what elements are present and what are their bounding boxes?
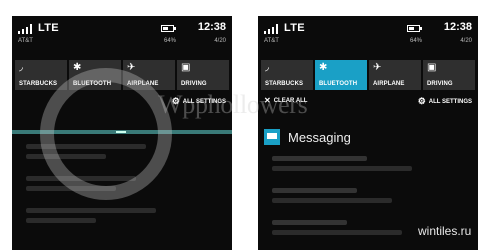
signal-icon (264, 24, 280, 34)
quick-action-label: DRIVING (427, 81, 453, 87)
all-settings-link[interactable]: ⚙ ALL SETTINGS (418, 97, 472, 106)
blurred-notification[interactable] (272, 166, 412, 171)
quick-actions: ◞ STARBUCKS ✱ BLUETOOTH ✈ AIRPLANE ▣ DRIVING (261, 60, 475, 90)
quick-action-driving[interactable]: ▣ DRIVING (177, 60, 229, 90)
all-settings-label: ALL SETTINGS (428, 98, 472, 105)
watermark-text: Wpphollowers (158, 90, 308, 119)
airplane-icon: ✈ (373, 62, 382, 73)
blurred-notification[interactable] (272, 198, 392, 203)
blurred-content (26, 218, 96, 223)
signal-icon (18, 24, 34, 34)
quick-action-label: BLUETOOTH (319, 81, 358, 87)
carrier-name: AT&T (18, 38, 33, 44)
battery-percent: 64% (409, 38, 422, 44)
quick-action-label: AIRPLANE (373, 81, 405, 87)
quick-action-driving[interactable]: ▣ DRIVING (423, 60, 475, 90)
quick-action-bluetooth[interactable]: ✱ BLUETOOTH (315, 60, 367, 90)
bluetooth-icon: ✱ (319, 62, 328, 73)
wifi-icon: ◞ (265, 62, 269, 73)
clock: 12:38 (197, 21, 226, 33)
blurred-notification[interactable] (272, 188, 357, 193)
date: 4/20 (460, 38, 472, 44)
quick-action-label: STARBUCKS (265, 81, 304, 87)
messaging-icon (264, 129, 280, 145)
car-icon: ▣ (427, 62, 437, 73)
action-center-expanded: LTE AT&T 12:38 64% 4/20 ◞ STARBUCKS ✱ BLUET… (258, 16, 478, 250)
clock: 12:38 (443, 21, 472, 33)
status-bar: LTE AT&T 12:38 64% 4/20 (12, 16, 232, 60)
quick-action-starbucks[interactable]: ◞ STARBUCKS (261, 60, 313, 90)
network-type: LTE (284, 22, 305, 34)
carrier-name: AT&T (264, 38, 279, 44)
blurred-content (26, 208, 156, 213)
battery-icon (161, 25, 176, 32)
wifi-icon: ◞ (19, 62, 23, 73)
notification-group-messaging[interactable]: Messaging (264, 129, 351, 145)
quick-action-label: STARBUCKS (19, 81, 58, 87)
quick-action-label: DRIVING (181, 81, 207, 87)
network-type: LTE (38, 22, 59, 34)
blurred-notification[interactable] (272, 220, 347, 225)
battery-icon (407, 25, 422, 32)
date: 4/20 (214, 38, 226, 44)
quick-action-airplane[interactable]: ✈ AIRPLANE (369, 60, 421, 90)
watermark-logo (40, 68, 172, 200)
blurred-notification[interactable] (272, 230, 402, 235)
status-bar: LTE AT&T 12:38 64% 4/20 (258, 16, 478, 60)
site-watermark: wintiles.ru (418, 224, 472, 238)
car-icon: ▣ (181, 62, 191, 73)
notification-app-name: Messaging (288, 129, 351, 145)
blurred-notification[interactable] (272, 156, 367, 161)
gear-icon: ⚙ (417, 96, 426, 106)
battery-percent: 64% (163, 38, 176, 44)
